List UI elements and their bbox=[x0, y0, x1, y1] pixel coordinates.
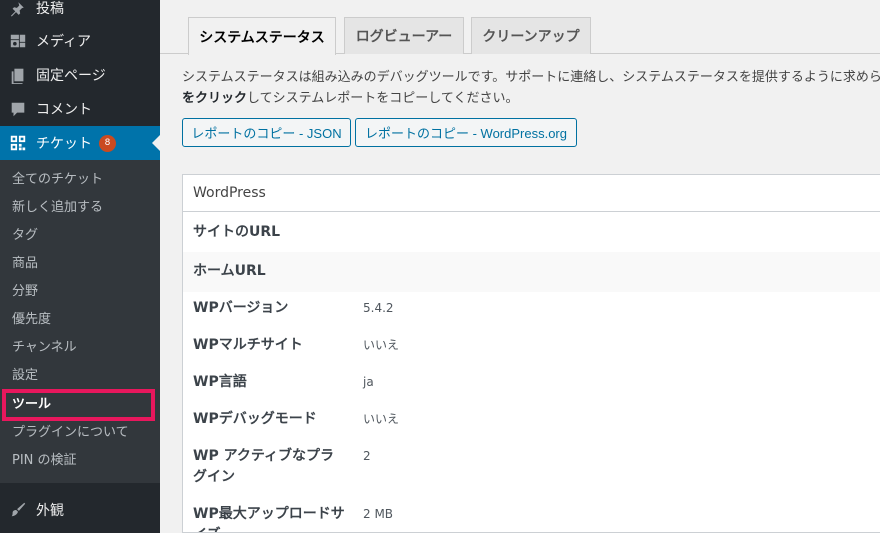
tools-highlight-box bbox=[2, 389, 155, 421]
table-row: WPマルチサイト いいえ bbox=[183, 329, 880, 366]
submenu-item-tags[interactable]: タグ bbox=[12, 225, 38, 247]
menu-item-posts[interactable]: 投稿 bbox=[0, 0, 160, 25]
table-row: サイトのURL bbox=[183, 213, 880, 252]
menu-item-label: 外観 bbox=[36, 503, 64, 519]
tickets-count-badge: 8 bbox=[99, 134, 116, 152]
submenu-item-all-tickets[interactable]: 全てのチケット bbox=[12, 169, 103, 191]
menu-item-label: 投稿 bbox=[36, 1, 64, 17]
tickets-icon bbox=[8, 133, 28, 153]
copy-report-wporg-button[interactable]: レポートのコピー - WordPress.org bbox=[355, 118, 577, 147]
brush-icon bbox=[8, 500, 28, 520]
tab-log-viewer[interactable]: ログビューアー bbox=[344, 17, 464, 54]
menu-item-pages[interactable]: 固定ページ bbox=[0, 58, 160, 92]
tab-bar: システムステータス ログビューアー クリーンアップ bbox=[160, 0, 880, 55]
copy-report-json-button[interactable]: レポートのコピー - JSON bbox=[182, 118, 351, 147]
menu-item-media[interactable]: メディア bbox=[0, 24, 160, 58]
row-label: WP言語 bbox=[193, 374, 247, 390]
submenu-item-channels[interactable]: チャンネル bbox=[12, 337, 77, 359]
table-header: WordPress bbox=[183, 175, 880, 212]
table-row: WP アクティブなプラグイン 2 bbox=[183, 440, 880, 498]
row-label: ホームURL bbox=[193, 263, 266, 279]
row-value: いいえ bbox=[363, 338, 400, 352]
submenu-item-pin-verify[interactable]: PIN の検証 bbox=[12, 450, 77, 472]
menu-item-label: チケット bbox=[36, 136, 92, 152]
tab-system-status[interactable]: システムステータス bbox=[188, 17, 336, 55]
table-row: WPデバッグモード いいえ bbox=[183, 403, 880, 440]
row-value: 2 bbox=[363, 449, 371, 463]
row-value: 5.4.2 bbox=[363, 301, 394, 315]
description-rest: してシステムレポートをコピーしてください。 bbox=[247, 91, 519, 106]
menu-item-label: 固定ページ bbox=[36, 68, 106, 84]
tickets-submenu: 全てのチケット 新しく追加する タグ 商品 分野 優先度 チャンネル 設定 ツー… bbox=[0, 160, 160, 483]
admin-sidebar: 投稿 メディア 固定ページ コメント チケット 8 全てのチケット 新しく追加す… bbox=[0, 0, 160, 533]
submenu-item-about-plugin[interactable]: プラグインについて bbox=[12, 422, 129, 444]
row-label: WPデバッグモード bbox=[193, 411, 317, 427]
menu-item-tickets[interactable]: チケット 8 bbox=[0, 126, 160, 160]
row-label: サイトのURL bbox=[193, 224, 281, 240]
row-label: WP アクティブなプラグイン bbox=[193, 448, 335, 485]
pages-icon bbox=[8, 65, 28, 85]
wordpress-info-table: WordPress サイトのURL ホームURL WPバージョン 5.4.2 W… bbox=[182, 174, 880, 533]
table-row: WP最大アップロードサイズ 2 MB bbox=[183, 498, 880, 532]
submenu-item-settings[interactable]: 設定 bbox=[12, 365, 38, 387]
main-content: システムステータス ログビューアー クリーンアップ システムステータスは組み込み… bbox=[160, 0, 880, 533]
menu-item-comments[interactable]: コメント bbox=[0, 92, 160, 126]
description-text: システムステータスは組み込みのデバッグツールです。サポートに連絡し、システムステ… bbox=[182, 67, 880, 109]
submenu-item-products[interactable]: 商品 bbox=[12, 253, 38, 275]
row-label: WPマルチサイト bbox=[193, 337, 303, 353]
menu-item-label: コメント bbox=[36, 102, 92, 118]
row-label: WPバージョン bbox=[193, 300, 289, 316]
menu-item-label: メディア bbox=[36, 34, 92, 50]
row-value: いいえ bbox=[363, 412, 400, 426]
media-icon bbox=[8, 31, 28, 51]
description-line-2: をクリックしてシステムレポートをコピーしてください。 bbox=[182, 88, 880, 109]
submenu-item-add-new[interactable]: 新しく追加する bbox=[12, 197, 103, 219]
tab-cleanup[interactable]: クリーンアップ bbox=[471, 17, 591, 54]
menu-item-appearance[interactable]: 外観 bbox=[0, 493, 160, 527]
table-row: WP言語 ja bbox=[183, 366, 880, 403]
comment-icon bbox=[8, 99, 28, 119]
table-row: ホームURL bbox=[183, 252, 880, 292]
description-line-1: システムステータスは組み込みのデバッグツールです。サポートに連絡し、システムステ… bbox=[182, 70, 880, 85]
submenu-item-departments[interactable]: 分野 bbox=[12, 281, 38, 303]
submenu-item-priority[interactable]: 優先度 bbox=[12, 309, 51, 331]
row-label: WP最大アップロードサイズ bbox=[193, 506, 345, 532]
description-strong: をクリック bbox=[182, 91, 248, 106]
table-row: WPバージョン 5.4.2 bbox=[183, 292, 880, 329]
pin-icon bbox=[8, 0, 28, 18]
row-value: ja bbox=[363, 375, 374, 389]
row-value: 2 MB bbox=[363, 507, 394, 521]
